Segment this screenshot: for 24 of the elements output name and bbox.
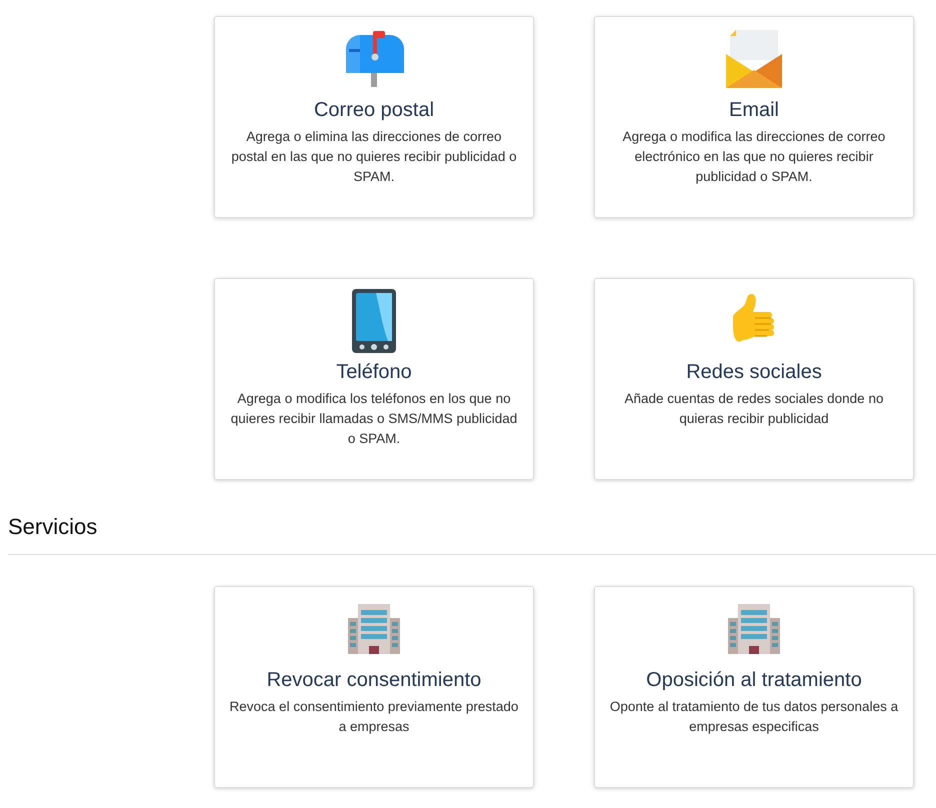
section-heading: Servicios: [8, 514, 98, 541]
option-card[interactable]: Email Agrega o modifica las direcciones de correo electrónico en las que no quieres recibir publicidad o SPAM.: [594, 16, 914, 218]
phone-icon: [352, 289, 396, 353]
card-description: Oponte al tratamiento de tus datos personales a empresas especificas: [609, 698, 899, 736]
building-icon: [728, 604, 780, 654]
card-description: Agrega o elimina las direcciones de correo postal en las que no quieres recibir publicidad o SPAM.: [230, 128, 518, 186]
card-title: Oposición al tratamiento: [646, 669, 862, 692]
option-card[interactable]: Teléfono Agrega o modifica los teléfonos en los que no quieres recibir llamadas o SMS/MMS publicidad o SPAM.: [214, 278, 534, 480]
option-card[interactable]: Oposición al tratamiento Oponte al tratamiento de tus datos personales a empresas especificas: [594, 586, 914, 788]
building-icon: [348, 604, 400, 654]
card-description: Agrega o modifica las direcciones de correo electrónico en las que no quieres recibir publicidad o SPAM.: [622, 128, 886, 186]
card-title: Teléfono: [336, 361, 412, 384]
option-card[interactable]: Revocar consentimiento Revoca el consentimiento previamente prestado a empresas: [214, 586, 534, 788]
card-description: Añade cuentas de redes sociales donde no quieras recibir publicidad: [624, 390, 884, 428]
card-title: Revocar consentimiento: [266, 669, 482, 692]
envelope-icon: [726, 30, 782, 88]
card-description: Revoca el consentimiento previamente prestado a empresas: [229, 698, 519, 736]
card-title: Email: [728, 99, 779, 122]
card-title: Correo postal: [314, 99, 434, 122]
card-title: Redes sociales: [686, 361, 822, 384]
mailbox-icon: [344, 29, 404, 89]
option-card[interactable]: Redes sociales Añade cuentas de redes sociales donde no quieras recibir publicidad: [594, 278, 914, 480]
option-card[interactable]: Correo postal Agrega o elimina las direcciones de correo postal en las que no quieres recibir publicidad o SPAM.: [214, 16, 534, 218]
card-description: Agrega o modifica los teléfonos en los que no quieres recibir llamadas o SMS/MMS publicidad o SPAM.: [230, 390, 518, 448]
